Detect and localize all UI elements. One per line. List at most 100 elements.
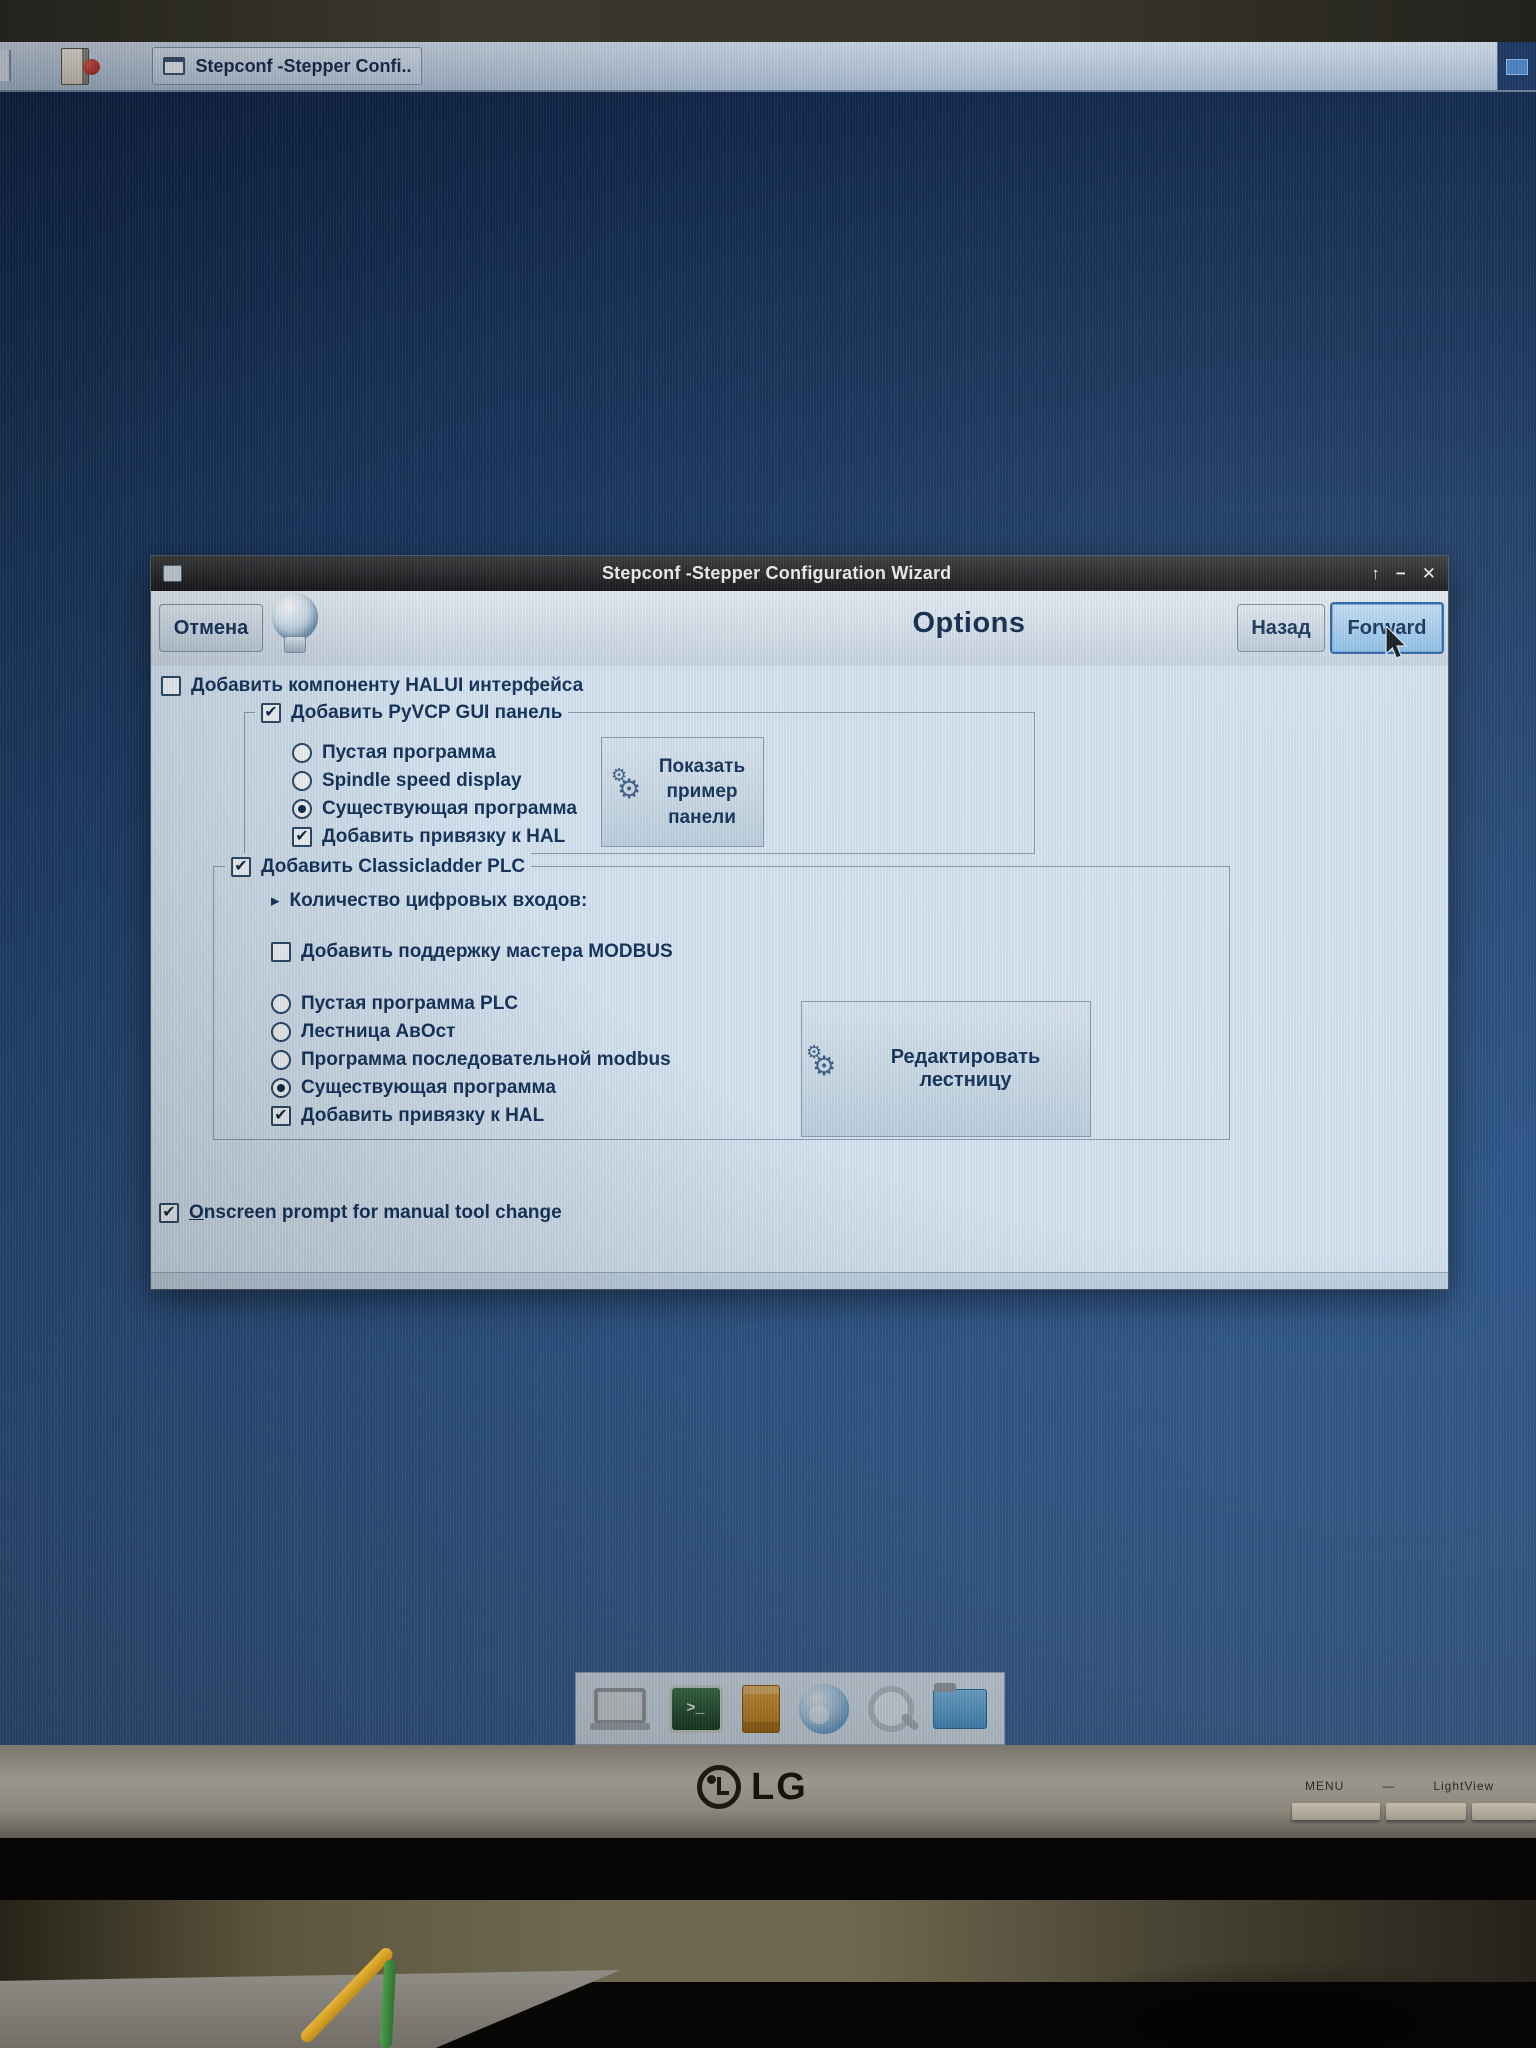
classicladder-group-label: Добавить Classicladder PLC [261,855,526,877]
checkbox-label: Добавить поддержку мастера MODBUS [301,940,673,962]
checkbox-icon [271,941,291,962]
mouse-cursor [1384,624,1410,667]
monitor-adjust-button[interactable] [1386,1803,1466,1820]
checkbox-classicladder-group[interactable]: ✔ Добавить Classicladder PLC [225,853,532,880]
minus-button-label: — [1382,1779,1396,1793]
close-button[interactable]: ✕ [1422,565,1436,582]
radio-pyvcp-existing-program[interactable]: Существующая программа [292,795,577,822]
stepconf-window: Stepconf -Stepper Configuration Wizard ↑… [150,555,1449,1290]
lightview-button-label: LightView [1433,1779,1495,1793]
expander-label: Количество цифровых входов: [289,889,588,911]
check-mark-icon: ✔ [162,1203,176,1221]
web-browser-icon[interactable] [798,1683,849,1734]
checkbox-pyvcp-hal[interactable]: ✔ Добавить привязку к HAL [292,823,565,850]
options-content: Добавить компоненту HALUI интерфейса ✔ Д… [151,666,1448,1273]
window-controls: ↑ − ✕ [1371,565,1436,582]
monitor-menu-button[interactable] [1292,1803,1380,1820]
photo-of-monitor: Stepconf -Stepper Confi... Stepconf -Ste… [0,0,1536,2048]
red-dot-icon [83,59,100,75]
radio-label: Программа последовательной modbus [301,1048,671,1070]
window-menu-icon[interactable] [163,565,182,582]
pyvcp-group-label: Добавить PyVCP GUI панель [291,701,563,723]
checkbox-halui[interactable]: Добавить компоненту HALUI интерфейса [161,672,583,699]
checkbox-icon: ✔ [261,702,281,723]
radio-plc-estop-ladder[interactable]: Лестница АвОст [271,1018,456,1045]
taskbar-edge-icon[interactable] [0,50,11,81]
checkbox-modbus-master[interactable]: Добавить поддержку мастера MODBUS [271,938,673,965]
bezel-labels: MENU — LightView [1305,1779,1494,1793]
edit-ladder-button[interactable]: ⚙ ⚙ Редактировать лестницу [801,1001,1091,1137]
taskbar: Stepconf -Stepper Confi... [0,42,1536,92]
checkbox-label: Добавить привязку к HAL [322,825,566,847]
bulb-base [284,636,306,653]
menu-button-label: MENU [1305,1779,1345,1793]
window-icon [163,57,185,75]
terminal-icon[interactable]: >_ [668,1684,723,1733]
file-manager-icon[interactable] [932,1682,987,1729]
radio-plc-serial-modbus[interactable]: Программа последовательной modbus [271,1046,671,1073]
monitor-screen: Stepconf -Stepper Confi... Stepconf -Ste… [0,42,1536,1745]
workspace-pager[interactable] [1497,42,1536,90]
checkbox-classicladder-hal[interactable]: ✔ Добавить привязку к HAL [271,1102,544,1129]
checkbox-manual-tool-change[interactable]: ✔ Onscreen prompt for manual tool change [159,1199,562,1226]
window-bottom-band [151,1272,1448,1289]
check-mark-icon: ✔ [264,703,278,721]
gears-icon: ⚙ ⚙ [806,1042,837,1081]
radio-label: Spindle speed display [322,769,522,791]
taskbar-window-button[interactable]: Stepconf -Stepper Confi... [152,47,422,85]
gears-icon: ⚙ ⚙ [611,765,642,804]
checkbox-label: Добавить привязку к HAL [301,1104,545,1126]
lg-brand-text: LG [751,1765,808,1808]
check-mark-icon: ✔ [295,827,309,845]
lightbulb-icon [269,593,321,663]
checkbox-label: Onscreen prompt for manual tool change [189,1201,562,1223]
radio-label: Существующая программа [322,797,577,819]
radio-pyvcp-blank-program[interactable]: Пустая программа [292,739,496,766]
laptop-icon[interactable] [589,1687,650,1730]
expander-triangle-icon: ▸ [271,890,280,910]
checkbox-icon [161,675,181,696]
page-title: Options [912,607,1026,639]
titlebar[interactable]: Stepconf -Stepper Configuration Wizard ↑… [151,556,1448,591]
radio-label: Существующая программа [301,1076,556,1098]
lg-logo: LG [697,1765,808,1809]
radio-selected-icon [271,1077,291,1098]
cancel-button[interactable]: Отмена [159,604,263,652]
dock-panel: >_ [575,1672,1005,1745]
check-mark-icon: ✔ [234,857,248,875]
checkbox-icon: ✔ [292,826,312,847]
app-launcher-icon[interactable] [55,47,109,85]
checkbox-icon: ✔ [271,1105,291,1126]
checkbox-halui-label: Добавить компоненту HALUI интерфейса [191,674,584,696]
show-panel-sample-label: Показать пример панели [658,755,746,828]
radio-plc-blank-program[interactable]: Пустая программа PLC [271,990,518,1017]
taskbar-window-label: Stepconf -Stepper Confi... [195,55,411,76]
window-title: Stepconf -Stepper Configuration Wizard [601,563,952,583]
room-background-top [0,0,1536,42]
radio-icon [292,770,312,791]
workspace-thumbnail [1506,59,1528,75]
monitor-lightview-button[interactable] [1472,1803,1536,1820]
show-panel-sample-button[interactable]: ⚙ ⚙ Показать пример панели [601,737,764,847]
checkbox-pyvcp-group[interactable]: ✔ Добавить PyVCP GUI панель [255,699,569,726]
radio-icon [271,1049,291,1070]
check-mark-icon: ✔ [274,1106,288,1124]
radio-icon [271,1021,291,1042]
back-button[interactable]: Назад [1237,604,1325,652]
checkbox-icon: ✔ [231,856,251,877]
edit-ladder-label: Редактировать лестницу [890,1046,1041,1091]
radio-pyvcp-spindle-display[interactable]: Spindle speed display [292,767,522,794]
monitor-bezel: LG MENU — LightView [0,1745,1536,1842]
radio-label: Пустая программа [322,741,496,763]
bulb-glass [272,593,318,641]
expander-digital-inputs[interactable]: ▸ Количество цифровых входов: [271,887,587,914]
lg-face-icon [697,1765,741,1809]
radio-plc-existing-program[interactable]: Существующая программа [271,1074,556,1101]
shade-button[interactable]: ↑ [1371,565,1380,582]
checkbox-icon: ✔ [159,1202,179,1223]
radio-icon [271,993,291,1014]
search-icon[interactable] [867,1685,920,1732]
desk-area [0,1838,1536,2048]
minimize-button[interactable]: − [1396,565,1406,582]
text-editor-icon[interactable] [741,1684,780,1733]
